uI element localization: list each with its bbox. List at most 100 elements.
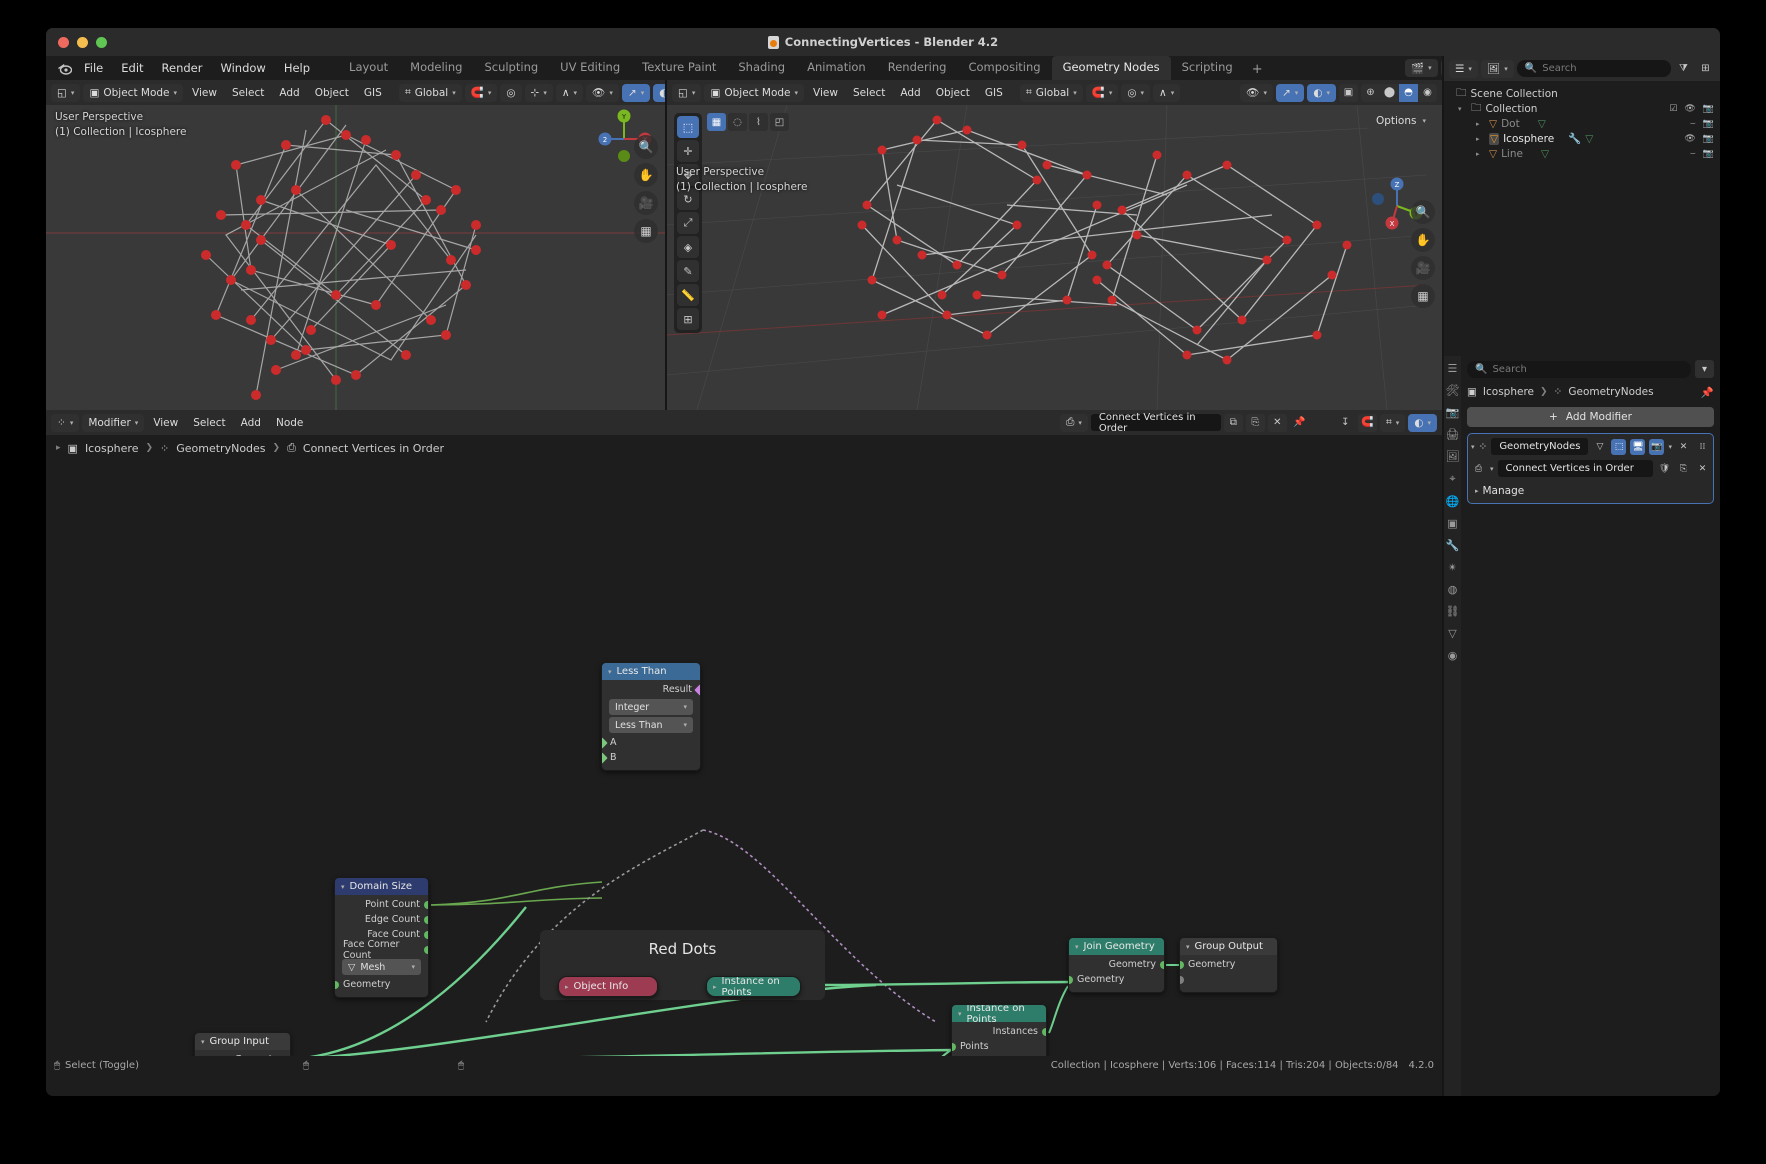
socket-points[interactable]: Points: [952, 1039, 1046, 1054]
chevron-right-icon[interactable]: ▸: [1475, 487, 1479, 495]
node-join-geometry[interactable]: ▾ Join Geometry Geometry Geometry: [1068, 937, 1165, 993]
node-header[interactable]: ▾ Group Input: [195, 1033, 290, 1050]
socket-dot[interactable]: [1042, 1028, 1046, 1036]
tab-animation[interactable]: Animation: [796, 56, 877, 80]
socket-geometry[interactable]: Geometry: [335, 977, 428, 992]
pin-icon[interactable]: 📌: [1290, 414, 1309, 432]
breadcrumb-object[interactable]: Icosphere: [85, 442, 139, 455]
collapse-chevron-icon[interactable]: ▾: [958, 1010, 962, 1018]
nodegroup-copy-icon[interactable]: ⎘: [1245, 413, 1265, 432]
node-header[interactable]: ▾ Join Geometry: [1069, 938, 1164, 955]
blender-logo-icon[interactable]: [54, 60, 74, 76]
chevron-right-icon[interactable]: ▸: [1476, 150, 1485, 158]
node-object-info-1[interactable]: ▸ Object Info: [558, 976, 658, 997]
view-menu-right[interactable]: View: [807, 85, 844, 101]
socket-virtual-in[interactable]: [1180, 972, 1277, 987]
select-circle-icon[interactable]: ◌: [728, 113, 747, 131]
eye-closed-icon[interactable]: ⌣: [1690, 119, 1696, 129]
tab-world-icon[interactable]: 🌐: [1446, 495, 1460, 508]
node-header[interactable]: ▾ Instance on Points: [952, 1005, 1046, 1025]
operation-dropdown[interactable]: Less Than ▾: [609, 717, 693, 733]
socket-geometry-in[interactable]: Geometry: [1069, 972, 1164, 987]
tab-uv-editing[interactable]: UV Editing: [549, 56, 631, 80]
collapse-chevron-icon[interactable]: ▾: [1075, 943, 1079, 951]
socket-dot[interactable]: [335, 981, 339, 989]
modifier-extras-icon[interactable]: ▾: [1668, 443, 1672, 451]
editor-type-icon-left[interactable]: ◱ ▾: [51, 83, 81, 102]
outliner-search-input[interactable]: 🔍 Search: [1516, 60, 1671, 77]
tab-object-icon[interactable]: ▣: [1447, 517, 1457, 530]
fake-user-shield-icon[interactable]: 🛡: [1657, 461, 1672, 477]
tab-constraints-icon[interactable]: ⛓: [1446, 605, 1460, 618]
outliner-row-icosphere[interactable]: ▸ ▽ Icosphere 🔧 ▽ 👁 📷: [1444, 131, 1720, 146]
outliner-row-toggles[interactable]: ☑ 👁 📷: [1669, 104, 1714, 114]
overlay-toggle-right[interactable]: ◐ ▾: [1307, 83, 1336, 102]
proportional-edit-right[interactable]: ◎ ▾: [1121, 83, 1151, 102]
modifier-delete-icon[interactable]: ✕: [1676, 439, 1691, 455]
socket-point-count[interactable]: Point Count: [335, 897, 428, 912]
add-modifier-button[interactable]: + Add Modifier: [1466, 407, 1714, 427]
camera-icon[interactable]: 📷: [1703, 149, 1714, 159]
xray-toggle-right[interactable]: ▣: [1339, 83, 1358, 102]
socket-a[interactable]: A: [602, 735, 700, 750]
eye-closed-icon[interactable]: ⌣: [1690, 149, 1696, 159]
node-header[interactable]: ▾ Less Than: [602, 663, 700, 680]
annotate-tool-icon[interactable]: ✎: [677, 260, 699, 282]
node-snap-magnet-icon[interactable]: 🧲: [1357, 413, 1377, 432]
outliner-editor-type-icon[interactable]: ☰ ▾: [1449, 59, 1478, 78]
rendered-shading-icon-right[interactable]: ◉: [1418, 83, 1437, 102]
gizmo-toggle-right[interactable]: ↗ ▾: [1275, 83, 1305, 102]
properties-search-input[interactable]: 🔍 Search: [1466, 360, 1691, 378]
tab-geometry-nodes[interactable]: Geometry Nodes: [1051, 56, 1171, 80]
socket-dot[interactable]: [694, 684, 700, 696]
modifier-header-row[interactable]: ▾ ⁘ GeometryNodes ▽ ⬚ 🖥 📷 ▾ ✕ ⁞⁞: [1471, 437, 1710, 456]
pin-icon[interactable]: 📌: [1701, 386, 1714, 399]
socket-dot[interactable]: [424, 916, 428, 924]
transform-tool-icon[interactable]: ◈: [677, 236, 699, 258]
properties-editor-type-icon[interactable]: ☰: [1448, 362, 1458, 375]
socket-dot[interactable]: [602, 737, 608, 749]
viewport-right-canvas[interactable]: [667, 105, 1442, 410]
tab-sculpting[interactable]: Sculpting: [473, 56, 549, 80]
zoom-icon-left[interactable]: 🔍: [634, 135, 658, 159]
perspective-icon-left[interactable]: ▦: [634, 219, 658, 243]
node-instance-on-points[interactable]: ▾ Instance on Points Instances Points Se…: [951, 1004, 1047, 1056]
select-box-icon[interactable]: ▦: [707, 113, 726, 131]
properties-tab-column[interactable]: ☰ 🛠 📷 🖨 🖼 ⌖ 🌐 ▣ 🔧 ✴ ◍ ⛓ ▽ ◉: [1444, 356, 1461, 1096]
eye-icon[interactable]: 👁: [1684, 104, 1695, 114]
node-header[interactable]: ▾ Group Output: [1180, 938, 1277, 955]
tab-render-icon[interactable]: 📷: [1446, 406, 1460, 419]
snap-node-icon[interactable]: ↧: [1336, 414, 1355, 432]
socket-dot[interactable]: [1180, 961, 1184, 969]
menu-render[interactable]: Render: [154, 58, 211, 78]
tab-modeling[interactable]: Modeling: [399, 56, 473, 80]
edit-mode-display-icon[interactable]: ▽: [1592, 439, 1607, 455]
breadcrumb-group[interactable]: Connect Vertices in Order: [303, 442, 444, 455]
camera-icon-right[interactable]: 🎥: [1411, 256, 1435, 280]
falloff-left[interactable]: ∧ ▾: [555, 83, 584, 102]
snap-toggle-left[interactable]: 🧲 ▾: [464, 83, 498, 102]
solid-shading-icon-right[interactable]: ⬤: [1380, 83, 1399, 102]
outliner-new-collection-icon[interactable]: ⊞: [1696, 60, 1715, 78]
proportional-edit-left[interactable]: ◎: [500, 83, 522, 102]
tab-layout[interactable]: Layout: [338, 56, 399, 80]
on-cage-icon[interactable]: ⬚: [1611, 438, 1627, 455]
tab-shading[interactable]: Shading: [727, 56, 796, 80]
socket-geometry-out[interactable]: Geometry: [1069, 957, 1164, 972]
falloff-right[interactable]: ∧ ▾: [1153, 83, 1181, 102]
node-overlay-icon[interactable]: ◐ ▾: [1408, 413, 1437, 432]
socket-dot[interactable]: [1180, 976, 1184, 984]
select-menu-right[interactable]: Select: [847, 85, 891, 101]
node-mode-dropdown[interactable]: Modifier ▾: [82, 413, 145, 432]
visibility-toggle-left[interactable]: 👁 ▾: [586, 83, 619, 102]
node-group-input[interactable]: ▾ Group Input Geometry: [194, 1032, 291, 1056]
outliner-display-mode[interactable]: 🖼 ▾: [1480, 59, 1514, 78]
add-cube-tool-icon[interactable]: ⊞: [677, 308, 699, 330]
manage-section[interactable]: ▸ Manage: [1471, 481, 1710, 500]
render-display-icon[interactable]: 📷: [1649, 438, 1665, 455]
node-less-than[interactable]: ▾ Less Than Result Integer ▾ Less Than ▾ A: [601, 662, 701, 771]
node-node-menu[interactable]: Node: [270, 415, 309, 431]
menu-window[interactable]: Window: [212, 58, 273, 78]
nodegroup-unlink-icon[interactable]: ✕: [1267, 413, 1287, 432]
modifier-name-field[interactable]: GeometryNodes: [1491, 438, 1589, 455]
